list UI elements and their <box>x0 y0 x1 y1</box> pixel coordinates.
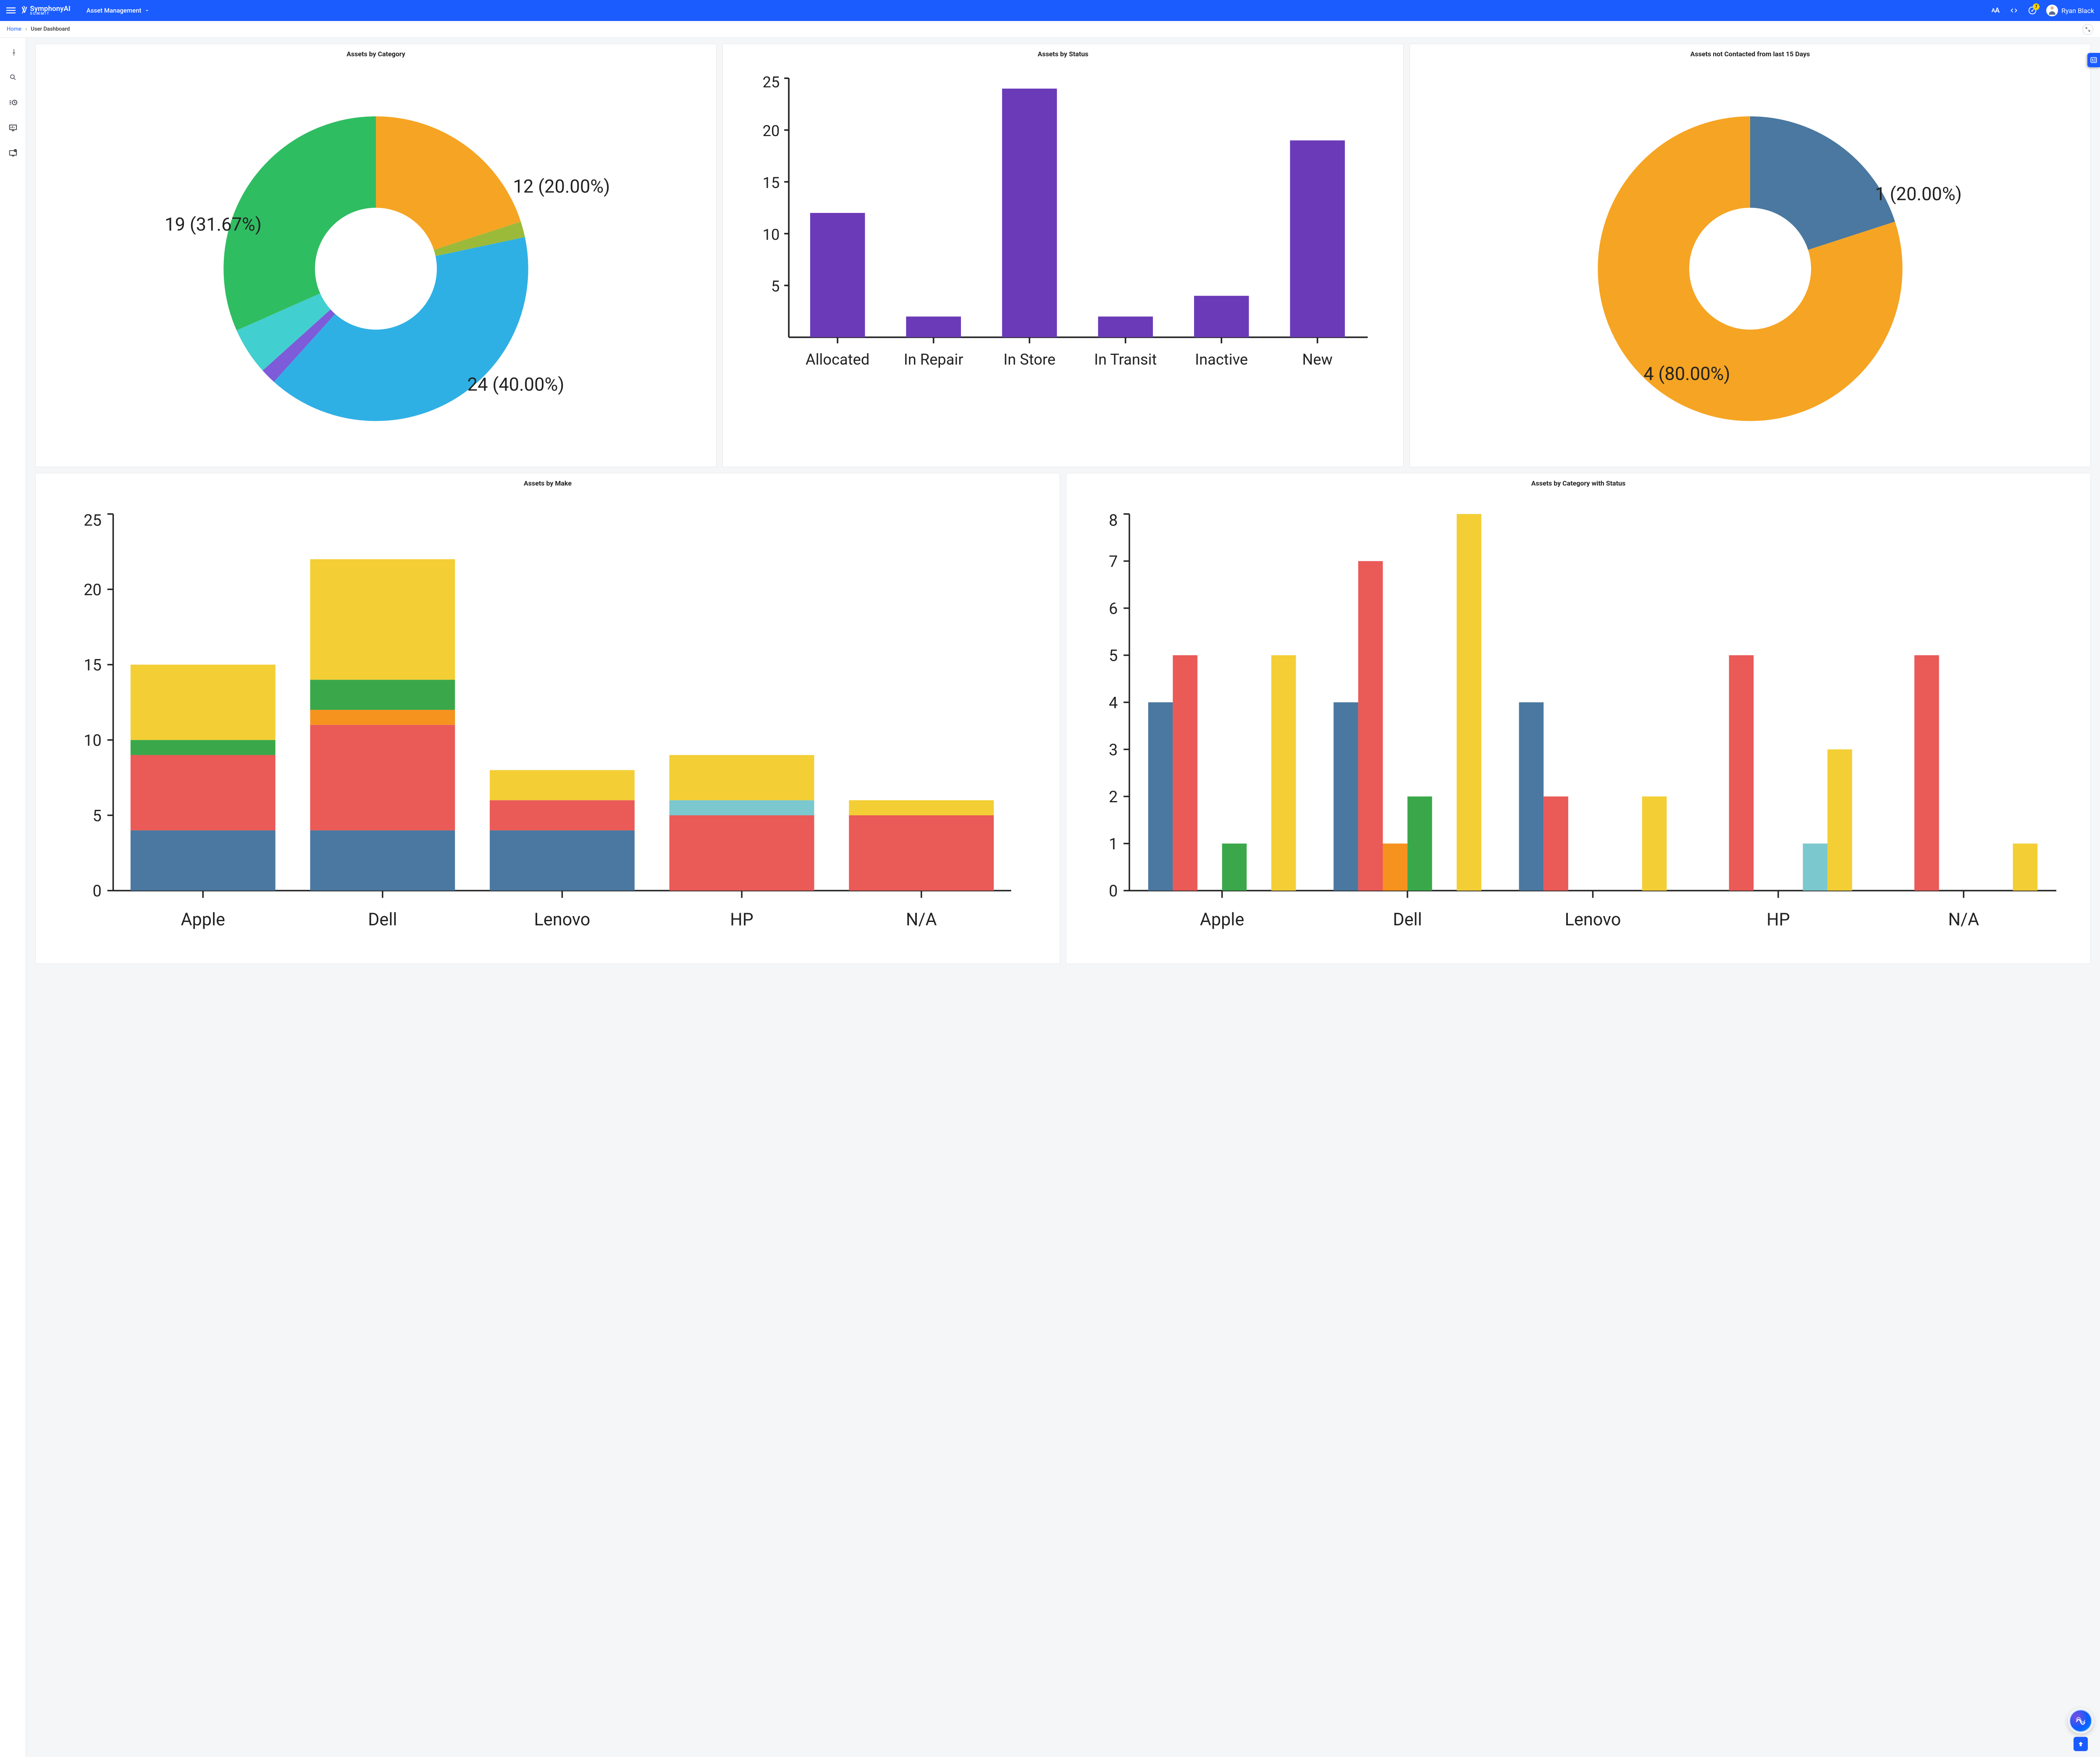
donut1-label-blue: 24 (40.00%) <box>467 374 564 395</box>
expand-button[interactable] <box>2082 24 2093 35</box>
brand-subtitle: SUMMIT <box>30 12 50 16</box>
panel-assets-by-category: Assets by Category <box>35 44 717 467</box>
breadcrumb: Home › User Dashboard <box>7 26 70 32</box>
svg-text:In Transit: In Transit <box>1094 350 1157 368</box>
chevron-down-icon <box>144 8 150 13</box>
svg-text:Lenovo: Lenovo <box>1565 910 1621 930</box>
svg-text:25: 25 <box>84 511 102 530</box>
module-dropdown[interactable]: Asset Management <box>87 7 150 14</box>
avatar <box>2046 5 2058 16</box>
panel-title: Assets by Category with Status <box>1071 479 2085 487</box>
panel-assets-by-status: Assets by Status 5 10 15 20 <box>722 44 1404 467</box>
menu-icon[interactable] <box>6 5 16 16</box>
breadcrumb-sep: › <box>25 26 27 32</box>
dashboard-content: Assets by Category <box>26 38 2100 1757</box>
svg-text:7: 7 <box>1109 553 1118 571</box>
svg-text:HP: HP <box>730 910 753 930</box>
panel-title: Assets not Contacted from last 15 Days <box>1415 50 2085 58</box>
bar-chart-status[interactable]: 5 10 15 20 25 <box>728 63 1398 398</box>
assistant-fab[interactable] <box>2069 1709 2092 1733</box>
svg-text:15: 15 <box>763 173 780 192</box>
svg-text:Apple: Apple <box>181 910 225 930</box>
svg-text:10: 10 <box>84 732 102 750</box>
code-button[interactable] <box>2009 6 2019 15</box>
stacked-bar-make[interactable]: 0 5 10 15 20 25 <box>41 492 1055 956</box>
module-label: Asset Management <box>87 7 142 14</box>
svg-text:HP: HP <box>1767 910 1790 930</box>
scroll-top-button[interactable] <box>2074 1737 2088 1751</box>
svg-text:10: 10 <box>763 226 780 244</box>
donut1-label-orange: 12 (20.00%) <box>513 176 610 197</box>
svg-text:N/A: N/A <box>1948 910 1979 930</box>
svg-text:15: 15 <box>84 656 102 675</box>
svg-text:5: 5 <box>771 277 780 295</box>
svg-text:3: 3 <box>1109 741 1118 759</box>
donut3-label-orange: 4 (80.00%) <box>1643 363 1730 384</box>
svg-text:20: 20 <box>84 581 102 599</box>
dashboard-icon[interactable] <box>7 122 19 134</box>
user-menu[interactable]: Ryan Black <box>2046 5 2094 16</box>
svg-text:5: 5 <box>93 807 102 825</box>
sidebar <box>0 38 26 1757</box>
svg-text:Dell: Dell <box>368 910 397 930</box>
app-header: ℣ SymphonyAI SUMMIT Asset Management AA … <box>0 0 2100 21</box>
donut-chart-category[interactable]: 12 (20.00%) 24 (40.00%) 19 (31.67%) <box>41 63 711 459</box>
pin-icon[interactable] <box>7 46 19 58</box>
svg-text:Allocated: Allocated <box>806 350 869 368</box>
svg-text:In Store: In Store <box>1003 350 1055 368</box>
breadcrumb-current: User Dashboard <box>31 26 70 32</box>
svg-text:Inactive: Inactive <box>1195 350 1248 368</box>
panel-assets-not-contacted: Assets not Contacted from last 15 Days 1… <box>1410 44 2091 467</box>
donut1-label-green: 19 (31.67%) <box>165 214 262 235</box>
search-icon[interactable] <box>7 71 19 83</box>
history-icon[interactable] <box>7 97 19 108</box>
svg-text:5: 5 <box>1109 647 1118 665</box>
svg-text:4: 4 <box>1109 694 1118 712</box>
svg-text:Apple: Apple <box>1200 910 1244 930</box>
panel-assets-by-category-status: Assets by Category with Status 0 1 2 3 4 <box>1066 473 2091 964</box>
svg-text:20: 20 <box>763 122 780 140</box>
svg-text:0: 0 <box>93 882 102 901</box>
svg-text:2: 2 <box>1109 788 1118 806</box>
svg-text:8: 8 <box>1109 511 1118 530</box>
grouped-bar-catstat[interactable]: 0 1 2 3 4 5 6 7 8 <box>1071 492 2085 956</box>
side-panel-tab[interactable] <box>2087 53 2100 67</box>
svg-text:N/A: N/A <box>906 910 937 930</box>
brand-logo[interactable]: ℣ SymphonyAI SUMMIT <box>22 5 71 16</box>
brand-mark-icon: ℣ <box>22 7 26 14</box>
breadcrumb-bar: Home › User Dashboard <box>0 21 2100 38</box>
header-left: ℣ SymphonyAI SUMMIT Asset Management <box>6 5 150 16</box>
svg-text:25: 25 <box>763 73 780 91</box>
notification-count: 7 <box>2033 3 2040 10</box>
breadcrumb-home[interactable]: Home <box>7 26 21 32</box>
header-right: AA 7 Ryan Black <box>1991 5 2094 16</box>
user-name: Ryan Black <box>2061 7 2094 15</box>
donut3-label-steel: 1 (20.00%) <box>1875 183 1961 205</box>
svg-text:Lenovo: Lenovo <box>534 910 591 930</box>
panel-title: Assets by Status <box>728 50 1398 58</box>
notifications-button[interactable]: 7 <box>2028 6 2037 15</box>
svg-text:New: New <box>1302 350 1333 368</box>
brand-name: SymphonyAI <box>30 5 70 13</box>
config-icon[interactable] <box>7 147 19 159</box>
svg-text:6: 6 <box>1109 600 1118 618</box>
svg-text:1: 1 <box>1109 835 1118 854</box>
panel-assets-by-make: Assets by Make 0 5 10 15 20 25 <box>35 473 1060 964</box>
svg-text:Dell: Dell <box>1393 910 1422 930</box>
text-size-button[interactable]: AA <box>1991 6 2000 15</box>
donut-chart-notcontacted[interactable]: 1 (20.00%) 4 (80.00%) <box>1415 63 2085 459</box>
svg-text:In Repair: In Repair <box>904 350 963 368</box>
panel-title: Assets by Make <box>41 479 1055 487</box>
panel-title: Assets by Category <box>41 50 711 58</box>
svg-text:0: 0 <box>1109 882 1118 901</box>
